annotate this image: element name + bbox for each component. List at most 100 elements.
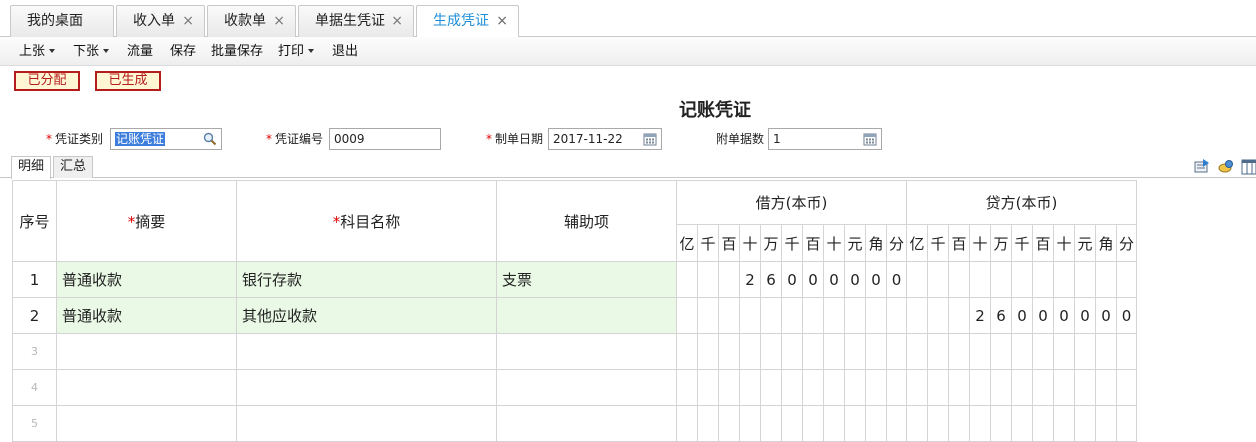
credit-digit-cell[interactable] [1032,405,1054,442]
debit-digit-cell[interactable] [802,369,824,406]
tab-receipt[interactable]: 收款单 × [207,5,296,37]
debit-digit-cell[interactable] [865,369,887,406]
credit-digit-cell[interactable] [969,261,991,298]
account-cell[interactable] [236,333,497,370]
summary-cell[interactable] [56,369,237,406]
credit-digit-cell[interactable] [1116,261,1137,298]
credit-digit-cell[interactable] [1011,405,1033,442]
debit-digit-cell[interactable] [739,405,761,442]
credit-digit-cell[interactable] [1011,333,1033,370]
search-icon[interactable] [203,132,217,146]
credit-digit-cell[interactable] [927,333,949,370]
close-icon[interactable]: × [182,6,194,37]
credit-digit-cell[interactable] [1074,261,1096,298]
debit-digit-cell[interactable] [886,333,907,370]
credit-digit-cell[interactable] [1116,333,1137,370]
tab-desktop[interactable]: 我的桌面 [10,5,114,37]
debit-digit-cell[interactable]: 6 [760,261,782,298]
debit-digit-cell[interactable] [802,297,824,334]
credit-digit-cell[interactable] [1095,405,1117,442]
table-row[interactable]: 3 [12,333,1137,370]
credit-digit-cell[interactable] [948,405,970,442]
credit-digit-cell[interactable] [927,297,949,334]
debit-digit-cell[interactable]: 0 [865,261,887,298]
debit-digit-cell[interactable] [823,297,845,334]
debit-digit-cell[interactable] [697,369,719,406]
debit-digit-cell[interactable] [844,405,866,442]
credit-digit-cell[interactable] [1095,369,1117,406]
debit-digit-cell[interactable] [781,405,803,442]
debit-digit-cell[interactable] [844,369,866,406]
debit-digit-cell[interactable]: 0 [802,261,824,298]
credit-digit-cell[interactable] [906,297,928,334]
credit-digit-cell[interactable] [906,369,928,406]
tab-detail[interactable]: 明细 [11,156,52,179]
debit-digit-cell[interactable] [676,333,698,370]
debit-digit-cell[interactable] [823,369,845,406]
flow-button[interactable]: 流量 [127,37,153,66]
exit-button[interactable]: 退出 [332,37,358,66]
next-button[interactable]: 下张 [73,37,110,66]
debit-digit-cell[interactable] [886,369,907,406]
credit-digit-cell[interactable] [1032,333,1054,370]
credit-digit-cell[interactable] [948,261,970,298]
credit-digit-cell[interactable] [990,369,1012,406]
debit-digit-cell[interactable]: 0 [781,261,803,298]
credit-digit-cell[interactable] [906,261,928,298]
batch-save-button[interactable]: 批量保存 [211,37,263,66]
close-icon[interactable]: × [496,6,508,37]
table-row[interactable]: 4 [12,369,1137,406]
debit-digit-cell[interactable] [697,405,719,442]
credit-digit-cell[interactable] [1053,405,1075,442]
credit-digit-cell[interactable] [1074,405,1096,442]
credit-digit-cell[interactable] [1053,261,1075,298]
account-cell[interactable]: 银行存款 [236,261,497,298]
credit-digit-cell[interactable] [1095,333,1117,370]
debit-digit-cell[interactable] [844,333,866,370]
columns-icon[interactable] [1240,158,1256,176]
debit-digit-cell[interactable]: 0 [823,261,845,298]
debit-digit-cell[interactable] [823,405,845,442]
credit-digit-cell[interactable] [948,297,970,334]
credit-digit-cell[interactable]: 0 [1032,297,1054,334]
credit-digit-cell[interactable]: 0 [1095,297,1117,334]
credit-digit-cell[interactable] [1095,261,1117,298]
debit-digit-cell[interactable] [760,369,782,406]
debit-digit-cell[interactable] [718,261,740,298]
credit-digit-cell[interactable] [1053,333,1075,370]
credit-digit-cell[interactable] [969,333,991,370]
credit-digit-cell[interactable] [1116,405,1137,442]
debit-digit-cell[interactable] [718,297,740,334]
calendar-icon[interactable] [643,132,657,146]
summary-cell[interactable] [56,333,237,370]
credit-digit-cell[interactable]: 0 [1011,297,1033,334]
summary-cell[interactable] [56,405,237,442]
debit-digit-cell[interactable] [697,333,719,370]
debit-digit-cell[interactable] [760,405,782,442]
aux-cell[interactable] [496,333,677,370]
table-row[interactable]: 5 [12,405,1137,442]
prev-button[interactable]: 上张 [19,37,56,66]
credit-digit-cell[interactable] [927,369,949,406]
voucher-type-field[interactable]: 记账凭证 [110,128,222,150]
aux-cell[interactable] [496,369,677,406]
credit-digit-cell[interactable] [948,333,970,370]
tab-doc-to-voucher[interactable]: 单据生凭证 × [298,5,414,37]
debit-digit-cell[interactable] [739,333,761,370]
credit-digit-cell[interactable]: 0 [1053,297,1075,334]
table-row[interactable]: 1 普通收款 银行存款 支票 2 6 0 0 0 0 0 0 [12,261,1137,298]
debit-digit-cell[interactable]: 0 [844,261,866,298]
credit-digit-cell[interactable] [1032,369,1054,406]
credit-digit-cell[interactable] [969,405,991,442]
calendar-icon[interactable] [863,132,877,146]
debit-digit-cell[interactable] [739,369,761,406]
export-icon[interactable] [1193,158,1211,176]
debit-digit-cell[interactable] [781,369,803,406]
credit-digit-cell[interactable] [927,405,949,442]
credit-digit-cell[interactable] [1011,369,1033,406]
debit-digit-cell[interactable] [886,405,907,442]
debit-digit-cell[interactable]: 2 [739,261,761,298]
credit-digit-cell[interactable] [1011,261,1033,298]
aux-cell[interactable] [496,405,677,442]
credit-digit-cell[interactable] [969,369,991,406]
